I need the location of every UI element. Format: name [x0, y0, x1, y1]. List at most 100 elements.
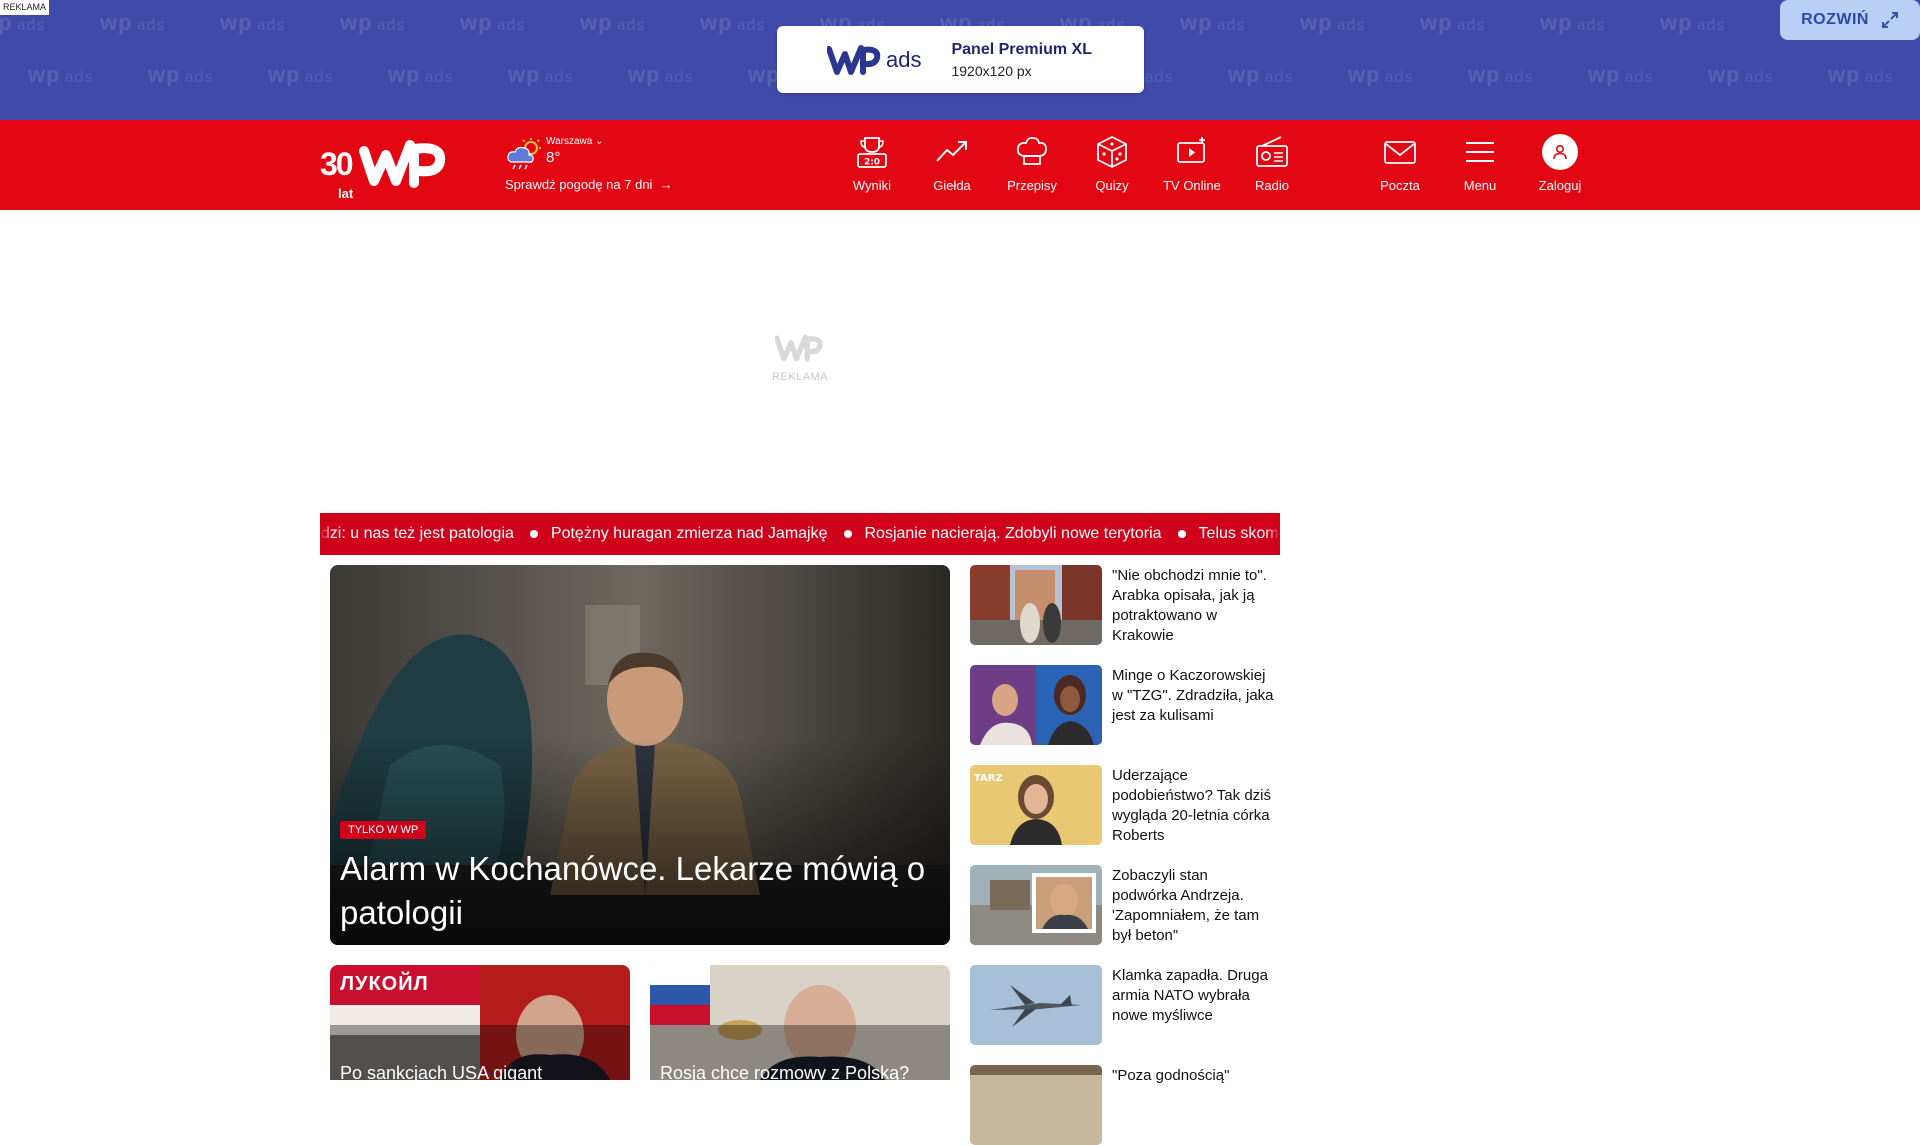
nav-item-poczta[interactable]: Poczta — [1360, 134, 1440, 196]
side-story-title: Zobaczyli stan podwórka Andrzeja. 'Zapom… — [1112, 867, 1260, 944]
sub-story-headline: Rosja chce rozmowy z Polską? — [660, 1063, 910, 1080]
nav-item-wyniki[interactable]: 2:0 Wyniki — [832, 134, 912, 196]
nav-item-quizy[interactable]: Quizy — [1072, 134, 1152, 196]
ad-pattern-mark: wpads — [628, 62, 694, 87]
nav-item-przepisy[interactable]: Przepisy — [992, 134, 1072, 196]
ad-pattern-mark: wpads — [148, 62, 214, 87]
nav-label-tv-online: TV Online — [1163, 178, 1221, 193]
nav-label-radio: Radio — [1255, 178, 1289, 193]
weather-forecast-label: Sprawdź pogodę na 7 dni — [505, 177, 653, 192]
wp-logo-icon — [358, 140, 445, 188]
ad-pattern-mark: wpads — [460, 10, 526, 35]
logo-years-suffix: lat — [338, 186, 354, 201]
ticker-item[interactable]: Potężny huragan zmierza nad Jamajkę — [551, 525, 828, 543]
nav-item-zaloguj[interactable]: Zaloguj — [1520, 134, 1600, 196]
side-story-thumbnail — [970, 665, 1102, 745]
expand-ad-button[interactable]: ROZWIŃ — [1780, 0, 1920, 40]
ad-pattern-mark: wpads — [1468, 62, 1534, 87]
ad-pattern-mark: wpads — [1420, 10, 1486, 35]
side-story-thumbnail — [970, 1065, 1102, 1145]
ad-pattern-mark: wpads — [508, 62, 574, 87]
login-avatar — [1542, 134, 1578, 170]
side-story-item[interactable]: "Nie obchodzi mnie to". Arabka opisała, … — [970, 565, 1280, 645]
sub-story-card[interactable]: ЛУКОЙЛ Po sankcjach USA gigant — [330, 965, 630, 1080]
side-story-title: Uderzające podobieństwo? Tak dziś wygląd… — [1112, 767, 1271, 844]
lukoil-sign: ЛУКОЙЛ — [340, 973, 429, 995]
nav-label-wyniki: Wyniki — [852, 178, 892, 193]
side-story-item[interactable]: TARZ Uderzające podobieństwo? Tak dziś w… — [970, 765, 1280, 845]
wp-30-lat-logo[interactable]: 30 lat — [320, 135, 460, 201]
main-story-headline: Alarm w Kochanówce. Lekarze mówią o pato… — [340, 850, 926, 931]
nav-item-radio[interactable]: Radio — [1232, 134, 1312, 196]
nav-label-przepisy: Przepisy — [1007, 178, 1057, 193]
nav-label-zaloguj: Zaloguj — [1538, 178, 1582, 193]
weather-rain-sun-icon — [507, 138, 541, 170]
main-story-card[interactable]: TYLKO W WP Alarm w Kochanówce. Lekarze m… — [330, 565, 950, 945]
ticker-track: odzi: u nas też jest patologia Potężny h… — [320, 513, 1280, 555]
nav-item-tv-online[interactable]: TV Online — [1152, 134, 1232, 196]
side-story-title: "Poza godnością" — [1112, 1067, 1230, 1084]
user-icon — [1553, 144, 1567, 160]
ad-pattern-mark: wpads — [28, 62, 94, 87]
weather-city-label: Warszawa — [546, 136, 593, 147]
ticker-item-label: Potężny huragan zmierza nad Jamajkę — [550, 525, 828, 542]
side-story-title: Minge o Kaczorowskiej w "TZG". Zdradziła… — [1112, 667, 1274, 724]
wp-logo-icon — [827, 44, 881, 75]
side-story-thumbnail — [970, 965, 1102, 1045]
nav-label-menu: Menu — [1463, 178, 1497, 193]
weather-city[interactable]: Warszawa ⌄ — [546, 136, 603, 147]
weather-temperature: 8° — [546, 149, 561, 166]
side-story-item[interactable]: Zobaczyli stan podwórka Andrzeja. 'Zapom… — [970, 865, 1280, 945]
weather-widget[interactable]: Warszawa ⌄ 8° Sprawdź pogodę na 7 dni → — [505, 136, 695, 196]
side-story-item[interactable]: Minge o Kaczorowskiej w "TZG". Zdradziła… — [970, 665, 1280, 745]
side-story-thumbnail — [970, 565, 1102, 645]
wp-ads-logo: ads — [827, 44, 921, 76]
svg-text:2:0: 2:0 — [864, 158, 880, 168]
side-story-item[interactable]: "Poza godnością" — [970, 1065, 1280, 1145]
ticker-item[interactable]: Rosjanie nacierają. Zdobyli nowe terytor… — [865, 525, 1162, 543]
weather-forecast-link[interactable]: Sprawdź pogodę na 7 dni → — [505, 177, 673, 192]
wp-logo-icon — [774, 334, 823, 362]
ad-pattern-mark: wpads — [1228, 62, 1294, 87]
dice-icon — [1097, 136, 1127, 168]
ticker-fade-right — [1266, 513, 1280, 555]
ad-pattern-mark: wpads — [580, 10, 646, 35]
ad-pattern-mark: wpads — [1348, 62, 1414, 87]
ad-pattern-mark: wpads — [1540, 10, 1606, 35]
ad-pattern-mark: wpads — [1708, 62, 1774, 87]
ad-placeholder[interactable]: REKLAMA — [320, 210, 1280, 510]
ticker-item-label: Rosjanie nacierają. Zdobyli nowe terytor… — [864, 525, 1162, 542]
nav-item-menu[interactable]: Menu — [1440, 134, 1520, 196]
sub-story-card[interactable]: Rosja chce rozmowy z Polską? — [650, 965, 950, 1080]
expand-ad-label: ROZWIŃ — [1801, 11, 1869, 28]
top-ad-banner[interactable]: wpads wpads wpads wpads wpads wpads wpads wpads… — [0, 0, 1920, 120]
logo-years-number: 30 — [320, 146, 354, 182]
bullet-dot-icon — [529, 530, 538, 538]
svg-text:TARZ: TARZ — [974, 773, 1003, 784]
ticker-item[interactable]: odzi: u nas też jest patologia — [320, 525, 514, 543]
logo-years: 30 lat — [320, 146, 354, 201]
side-story-title: "Nie obchodzi mnie to". Arabka opisała, … — [1112, 567, 1267, 644]
site-header: 30 lat Warszawa ⌄ 8° Sprawdź pogodę na 7… — [0, 120, 1920, 210]
ad-pattern-mark: wpads — [388, 62, 454, 87]
ad-title: Panel Premium XL — [951, 40, 1092, 58]
ad-card[interactable]: ads Panel Premium XL 1920x120 px — [777, 26, 1144, 93]
wp-placeholder-logo — [320, 333, 1280, 368]
ad-pattern-mark: wpads — [1180, 10, 1246, 35]
ad-pattern-mark: wpads — [1828, 62, 1894, 87]
ad-subtitle: 1920x120 px — [951, 62, 1032, 79]
chef-hat-icon — [1016, 136, 1047, 165]
chevron-down-icon: ⌄ — [595, 136, 604, 147]
side-story-title: Klamka zapadła. Druga armia NATO wybrała… — [1112, 967, 1268, 1024]
ad-placeholder-label: REKLAMA — [771, 371, 829, 383]
nav-item-gielda[interactable]: Giełda — [912, 134, 992, 196]
sub-story-headline: Po sankcjach USA gigant — [340, 1063, 543, 1080]
nav-label-quizy: Quizy — [1095, 178, 1129, 193]
ads-wordmark: ads — [886, 46, 922, 72]
bullet-dot-icon — [843, 530, 852, 538]
tv-play-icon — [1177, 137, 1205, 163]
side-story-item[interactable]: Klamka zapadła. Druga armia NATO wybrała… — [970, 965, 1280, 1045]
ad-pattern-mark: wpads — [1660, 10, 1726, 35]
ad-pattern-mark: wpads — [220, 10, 286, 35]
trending-up-icon — [936, 141, 967, 162]
